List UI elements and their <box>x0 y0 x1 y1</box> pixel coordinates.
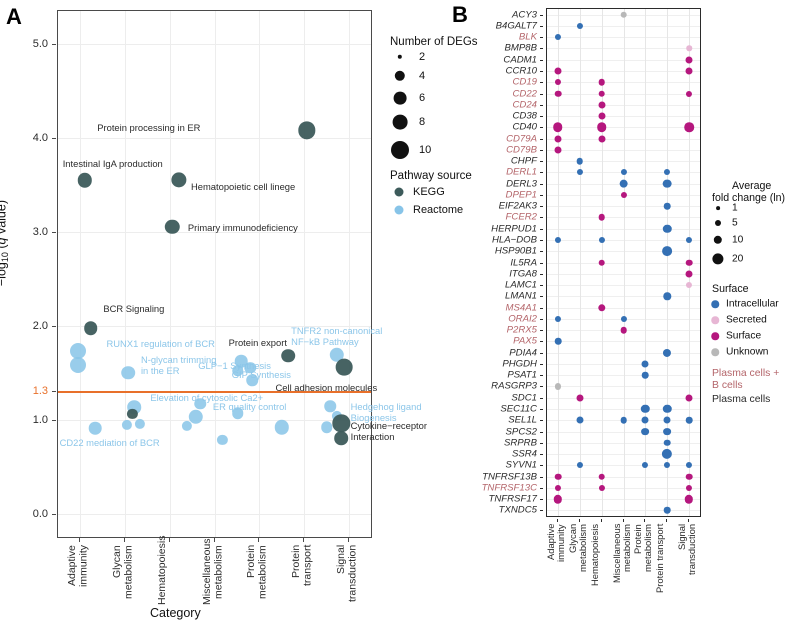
x-axis-tick-mark <box>213 538 215 542</box>
x-axis-category-label: Protein transport <box>289 545 314 587</box>
x-axis-tick-mark <box>258 538 260 542</box>
x-axis-tick-mark <box>302 538 304 542</box>
panel-b-group-key: Plasma cells + B cells Plasma cells <box>0 0 789 634</box>
x-axis-category-label: Signal transduction <box>334 545 359 603</box>
x-axis-tick-mark <box>124 538 126 542</box>
x-axis-tick-mark <box>79 538 81 542</box>
x-axis-category-label: Adaptive immunity <box>66 545 90 588</box>
x-axis-category-label: Hematopoiesis <box>155 535 168 605</box>
figure-root: A 5.0 4.0 3.0 2.0 1.3 1.0 0.0 −log10 (q value)… <box>0 0 789 634</box>
cell-group-key-label: Plasma cells + B cells <box>712 368 780 391</box>
cell-group-key-label: Plasma cells <box>712 394 771 405</box>
x-axis-tick-mark <box>347 538 349 542</box>
x-axis-category-label: Miscellaneous metabolism <box>200 538 225 605</box>
x-axis-category-label: Protein metabolism <box>245 545 269 599</box>
x-axis-tick-mark <box>168 538 170 542</box>
x-axis-category-label: Glycan metabolism <box>111 545 135 599</box>
